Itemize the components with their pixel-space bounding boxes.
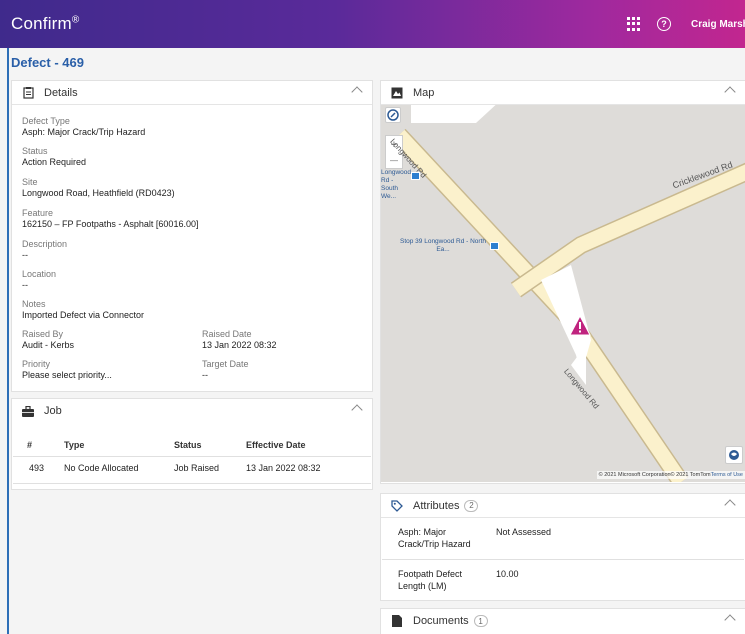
notes-field: Notes Imported Defect via Connector: [22, 299, 145, 320]
details-header[interactable]: Details: [12, 81, 372, 105]
column-header: Effective Date: [246, 440, 306, 450]
map-attribution: © 2021 Microsoft Corporation© 2021 TomTo…: [596, 471, 745, 479]
job-type: No Code Allocated: [64, 463, 139, 473]
table-header-row: # Type Status Effective Date: [27, 434, 356, 456]
defect-type-field: Defect Type Asph: Major Crack/Trip Hazard: [22, 116, 146, 137]
job-panel: Job # Type Status Effective Date 493 No …: [11, 398, 373, 490]
details-title: Details: [44, 86, 78, 99]
apps-grid-icon[interactable]: [627, 17, 641, 31]
raised-by-field: Raised By Audit - Kerbs: [22, 329, 75, 350]
clipboard-icon: [21, 86, 35, 100]
status-field: Status Action Required: [22, 146, 87, 167]
map-icon: [390, 86, 404, 100]
collapse-chevron-icon[interactable]: [351, 404, 363, 416]
job-effective-date: 13 Jan 2022 08:32: [246, 463, 321, 473]
map-roads: [381, 105, 745, 482]
compass-icon[interactable]: [385, 107, 401, 123]
job-title: Job: [44, 405, 62, 417]
documents-title: Documents: [413, 615, 469, 627]
target-date-field: Target Date --: [202, 359, 249, 380]
details-panel: Details Defect Type Asph: Major Crack/Tri…: [11, 80, 373, 392]
map-view[interactable]: + — Longwood Rd Longwood Rd - South We..…: [381, 105, 745, 482]
map-layers-icon[interactable]: [725, 446, 743, 464]
attribute-value: 10.00: [496, 569, 519, 579]
attribute-name: Asph: Major Crack/Trip Hazard: [398, 527, 471, 549]
location-field: Location --: [22, 269, 57, 290]
attributes-count-badge: 2: [464, 499, 479, 512]
tag-icon: [390, 499, 404, 513]
briefcase-icon: [21, 404, 35, 418]
column-header: Status: [174, 440, 202, 450]
attributes-title: Attributes: [413, 499, 460, 512]
row-divider: [13, 483, 371, 484]
feature-field: Feature 162150 – FP Footpaths - Asphalt […: [22, 208, 199, 229]
job-header[interactable]: Job: [12, 399, 372, 423]
collapse-chevron-icon[interactable]: [724, 86, 736, 98]
left-accent-rule: [7, 48, 9, 634]
documents-header[interactable]: Documents 1: [381, 609, 745, 633]
map-bus-stop-label: Longwood Rd - South We...: [381, 169, 411, 200]
job-table: # Type Status Effective Date 493 No Code…: [27, 434, 356, 480]
document-icon: [390, 614, 404, 628]
site-field: Site Longwood Road, Heathfield (RD0423): [22, 177, 175, 198]
app-brand[interactable]: Confirm®: [11, 14, 80, 34]
documents-panel: Documents 1: [380, 608, 745, 634]
attributes-header[interactable]: Attributes 2: [381, 494, 745, 518]
map-title: Map: [413, 86, 435, 99]
raised-date-field: Raised Date 13 Jan 2022 08:32: [202, 329, 277, 350]
priority-field[interactable]: Priority Please select priority...: [22, 359, 112, 381]
description-field: Description --: [22, 239, 68, 260]
job-status: Job Raised: [174, 463, 220, 473]
column-header: Type: [64, 440, 85, 450]
column-header: #: [27, 440, 33, 450]
map-header[interactable]: Map: [381, 81, 745, 105]
zoom-out-button[interactable]: —: [390, 156, 398, 165]
help-icon[interactable]: ?: [657, 17, 671, 31]
row-divider: [13, 456, 371, 457]
top-bar: Confirm® ? Craig Marshall: [0, 0, 745, 48]
table-row[interactable]: 493 No Code Allocated Job Raised 13 Jan …: [27, 456, 356, 480]
attribute-value: Not Assessed: [496, 527, 552, 537]
job-number[interactable]: 493: [27, 456, 64, 480]
terms-of-use-link[interactable]: Terms of Use: [711, 472, 743, 478]
map-bus-stop-label: Stop 39 Longwood Rd - North Ea...: [400, 238, 486, 253]
page-title: Defect - 469: [11, 55, 84, 70]
attributes-panel: Attributes 2 Asph: Major Crack/Trip Haza…: [380, 493, 745, 601]
collapse-chevron-icon[interactable]: [351, 86, 363, 98]
bus-stop-icon[interactable]: [411, 172, 420, 180]
collapse-chevron-icon[interactable]: [724, 499, 736, 511]
row-divider: [382, 559, 744, 560]
collapse-chevron-icon[interactable]: [724, 614, 736, 626]
user-name[interactable]: Craig Marshall: [691, 19, 745, 30]
bus-stop-icon[interactable]: [490, 242, 499, 250]
defect-marker-icon[interactable]: [569, 314, 591, 342]
attribute-name: Footpath Defect Length (LM): [398, 569, 463, 591]
documents-count-badge: 1: [473, 615, 488, 627]
